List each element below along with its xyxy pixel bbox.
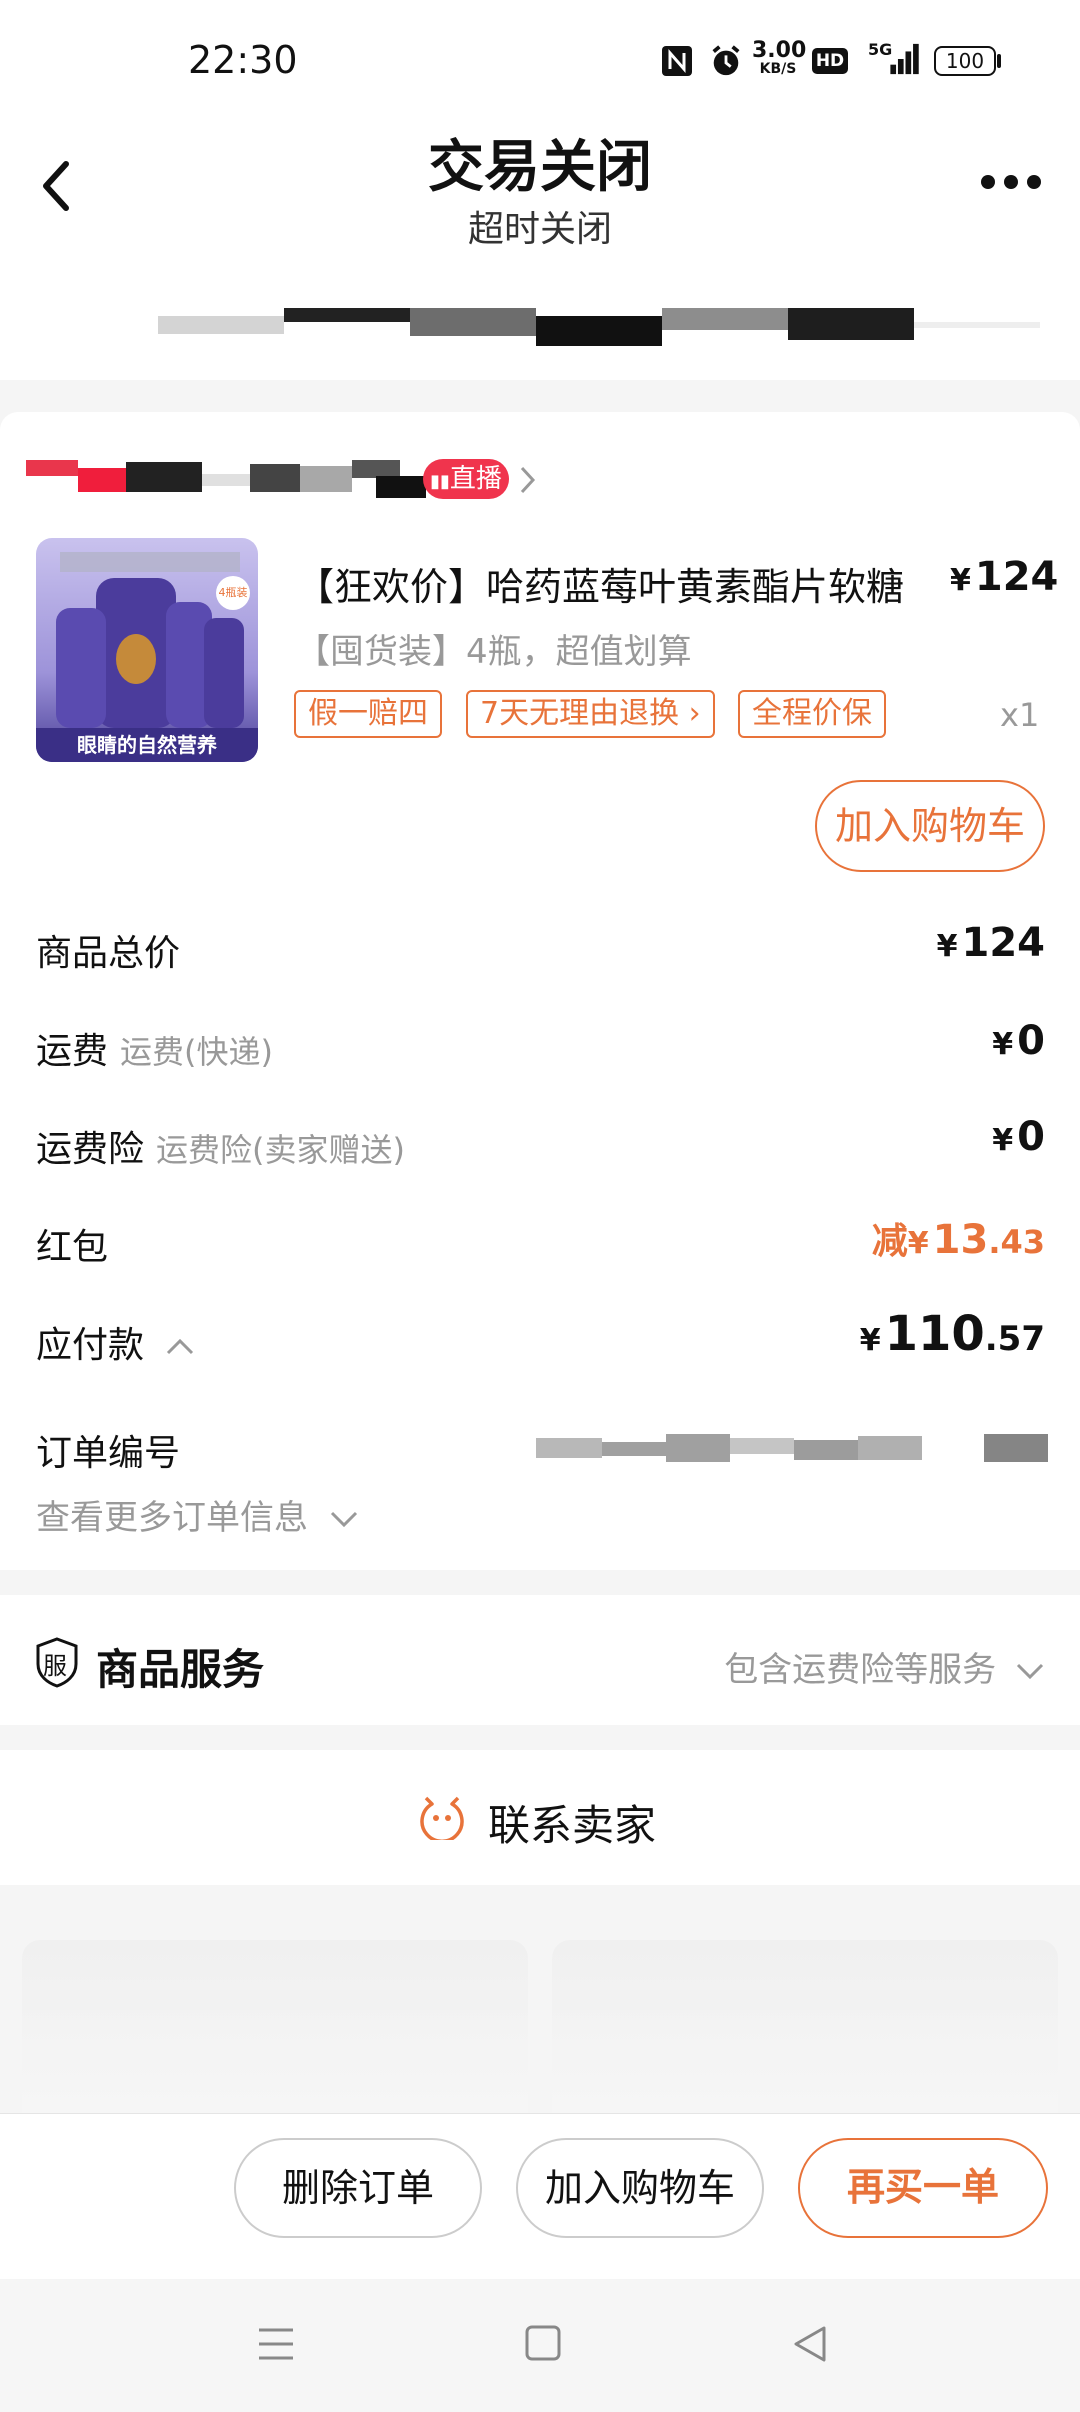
product-price: ¥124 — [950, 554, 1059, 600]
recommendation-card[interactable] — [552, 1940, 1058, 2140]
product-title[interactable]: 【狂欢价】哈药蓝莓叶黄素酯片软糖 — [296, 556, 946, 611]
product-image[interactable]: 4瓶装 眼睛的自然营养 — [36, 538, 258, 762]
chevron-down-icon — [330, 1511, 357, 1528]
payable-row[interactable]: 应付款 — [36, 1316, 195, 1368]
chevron-up-icon — [167, 1338, 194, 1355]
insurance-row: 运费险 运费险(卖家赠送) — [36, 1120, 405, 1172]
product-spec: 【囤货装】4瓶，超值划算 — [296, 632, 692, 672]
redpacket-value: 减¥ 13.43 — [871, 1217, 1045, 1263]
nfc-icon — [662, 46, 692, 76]
masked-info-banner — [158, 300, 1048, 350]
order-no-masked — [536, 1432, 1048, 1466]
product-add-cart-button[interactable]: 加入购物车 — [815, 780, 1045, 872]
network-speed: 3.00 KB/S — [752, 38, 807, 77]
battery-icon: 100 — [934, 46, 996, 76]
status-time: 22:30 — [188, 38, 298, 82]
total-price-value: ¥124 — [936, 920, 1045, 966]
battery-tip — [997, 54, 1001, 68]
services-summary: 包含运费险等服务 — [700, 1642, 1045, 1691]
tag-7day-return[interactable]: 7天无理由退换 › — [466, 690, 715, 738]
insurance-sub: 运费险(卖家赠送) — [156, 1131, 405, 1169]
battery-level: 100 — [945, 49, 985, 73]
live-icon: ▮▮ — [430, 471, 450, 492]
shipping-sub: 运费(快递) — [120, 1033, 273, 1071]
add-to-cart-button[interactable]: 加入购物车 — [516, 2138, 764, 2238]
more-order-info-toggle[interactable]: 查看更多订单信息 — [36, 1490, 359, 1539]
signal-icon — [890, 43, 919, 75]
insurance-value: ¥0 — [992, 1114, 1045, 1160]
image-badge: 4瓶装 — [216, 576, 250, 610]
chevron-right-icon: › — [679, 696, 701, 731]
shipping-label: 运费 — [36, 1031, 109, 1072]
more-icon[interactable] — [980, 172, 1042, 192]
hd-icon: HD — [812, 48, 848, 74]
live-badge: ▮▮直播 — [423, 459, 509, 499]
recommendation-card[interactable] — [22, 1940, 528, 2140]
seller-chat-icon — [420, 1796, 464, 1840]
buy-again-button[interactable]: 再买一单 — [798, 2138, 1048, 2238]
image-caption: 眼睛的自然营养 — [36, 728, 258, 762]
redpacket-label: 红包 — [36, 1227, 109, 1268]
menu-icon[interactable] — [256, 2326, 296, 2362]
shipping-value: ¥0 — [992, 1018, 1045, 1064]
insurance-label: 运费险 — [36, 1129, 145, 1170]
tag-fake-compensation[interactable]: 假一赔四 — [294, 690, 442, 738]
delete-order-button[interactable]: 删除订单 — [234, 2138, 482, 2238]
home-icon[interactable] — [524, 2324, 562, 2362]
shipping-row: 运费 运费(快递) — [36, 1022, 273, 1074]
chevron-right-icon[interactable] — [518, 464, 538, 496]
order-no-label: 订单编号 — [36, 1433, 181, 1474]
total-price-label: 商品总价 — [36, 933, 181, 974]
page-subtitle: 超时关闭 — [467, 209, 612, 250]
services-label: 商品服务 — [96, 1645, 265, 1694]
back-nav-icon[interactable] — [790, 2324, 828, 2364]
payable-label: 应付款 — [36, 1325, 145, 1366]
page-title: 交易关闭 — [428, 135, 652, 200]
shield-icon-char: 服 — [43, 1652, 67, 1680]
chevron-down-icon — [1016, 1663, 1044, 1680]
shop-name-masked[interactable] — [26, 456, 426, 498]
product-quantity: x1 — [1000, 696, 1040, 734]
tag-price-protection[interactable]: 全程价保 — [738, 690, 886, 738]
contact-seller-label[interactable]: 联系卖家 — [488, 1792, 656, 1853]
alarm-icon — [712, 45, 740, 76]
payable-value: ¥110.57 — [859, 1306, 1045, 1362]
